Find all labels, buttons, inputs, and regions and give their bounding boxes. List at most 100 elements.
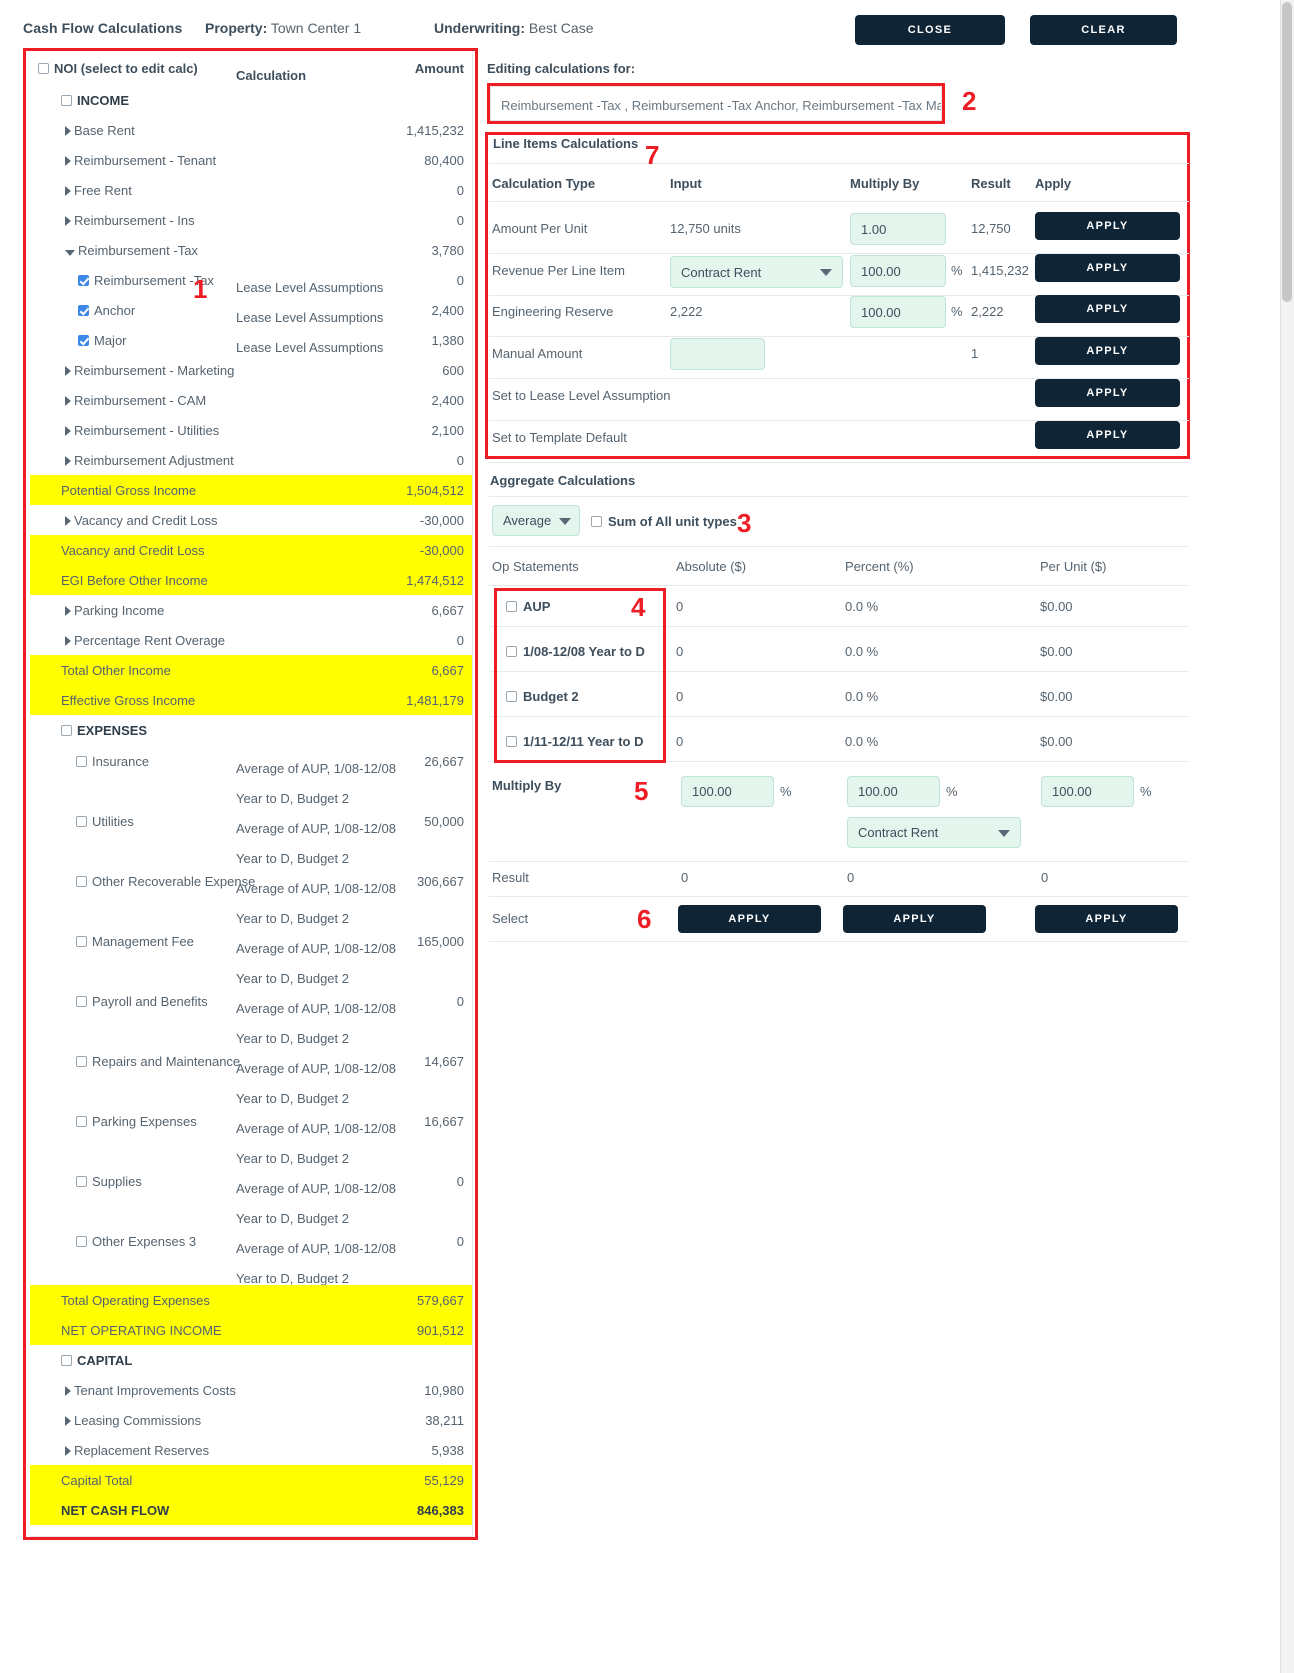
aggregate-multiply-input-1[interactable] <box>847 776 940 807</box>
table-row[interactable]: Major Lease Level Assumptions 1,380 <box>30 325 472 355</box>
sum-all-unit-types-option[interactable]: Sum of All unit types <box>591 514 737 529</box>
chevron-right-icon[interactable] <box>65 155 71 166</box>
chevron-right-icon[interactable] <box>65 1445 71 1456</box>
insurance-checkbox[interactable] <box>76 756 87 768</box>
table-row[interactable]: Tenant Improvements Costs 10,980 <box>30 1375 472 1405</box>
chevron-right-icon[interactable] <box>65 365 71 376</box>
table-row[interactable]: Other Recoverable Expense Average of AUP,… <box>30 865 472 926</box>
table-row[interactable]: NET CASH FLOW 846,383 <box>30 1495 472 1525</box>
table-row[interactable]: Reimbursement - CAM 2,400 <box>30 385 472 415</box>
table-row[interactable]: CAPITAL <box>30 1345 472 1375</box>
chevron-right-icon[interactable] <box>65 125 71 136</box>
table-row[interactable]: Reimbursement - Utilities 2,100 <box>30 415 472 445</box>
table-row[interactable]: Percentage Rent Overage 0 <box>30 625 472 655</box>
capital-checkbox[interactable] <box>61 1355 72 1367</box>
clear-button[interactable]: CLEAR <box>1030 15 1177 45</box>
noi-tree-list[interactable]: NOI (select to edit calc) Calculation Amou… <box>30 53 473 1537</box>
op-statement-checkbox-budget-2[interactable] <box>506 691 517 703</box>
lic-apply-button-revenue-per-line-item[interactable]: APPLY <box>1035 254 1180 282</box>
sum-all-unit-types-checkbox[interactable] <box>591 516 602 528</box>
aggregate-multiply-select[interactable]: Contract Rent <box>847 817 1021 848</box>
lic-input-select-revenue-per-line-item[interactable]: Contract Rent <box>670 256 843 288</box>
op-statement-1-08-12-08-year-to-d[interactable]: 1/08-12/08 Year to D <box>506 644 645 659</box>
noi-checkbox[interactable] <box>38 63 49 75</box>
op-statement-checkbox-aup[interactable] <box>506 601 517 613</box>
op-statement-checkbox-1-11-12-11-year-to-d[interactable] <box>506 736 517 748</box>
table-row[interactable]: Anchor Lease Level Assumptions 2,400 <box>30 295 472 325</box>
chevron-right-icon[interactable] <box>65 1415 71 1426</box>
lic-apply-button-set-to-lease-level-assumption[interactable]: APPLY <box>1035 379 1180 407</box>
chevron-right-icon[interactable] <box>65 605 71 616</box>
chevron-right-icon[interactable] <box>65 515 71 526</box>
aggregate-method-select[interactable]: Average <box>492 505 580 536</box>
page-scrollbar-track[interactable] <box>1280 0 1294 1673</box>
op-statement-1-11-12-11-year-to-d[interactable]: 1/11-12/11 Year to D <box>506 734 643 749</box>
table-row[interactable]: Potential Gross Income 1,504,512 <box>30 475 472 505</box>
table-row[interactable]: Base Rent 1,415,232 <box>30 115 472 145</box>
lic-apply-button-engineering-reserve[interactable]: APPLY <box>1035 295 1180 323</box>
chevron-right-icon[interactable] <box>65 395 71 406</box>
payroll-and-benefits-checkbox[interactable] <box>76 996 87 1008</box>
lic-multiply-engineering-reserve[interactable] <box>850 296 946 328</box>
table-row[interactable]: Supplies Average of AUP, 1/08-12/08 Year … <box>30 1165 472 1226</box>
table-row[interactable]: Reimbursement Adjustment 0 <box>30 445 472 475</box>
page-scrollbar-thumb[interactable] <box>1282 2 1292 302</box>
table-row[interactable]: Reimbursement - Marketing 600 <box>30 355 472 385</box>
income-checkbox[interactable] <box>61 95 72 107</box>
table-row[interactable]: Parking Expenses Average of AUP, 1/08-12/… <box>30 1105 472 1166</box>
table-row[interactable]: Capital Total 55,129 <box>30 1465 472 1495</box>
table-row[interactable]: Vacancy and Credit Loss -30,000 <box>30 505 472 535</box>
aggregate-apply-button-0[interactable]: APPLY <box>678 905 821 933</box>
op-statement-aup[interactable]: AUP <box>506 599 550 614</box>
chevron-right-icon[interactable] <box>65 215 71 226</box>
table-row[interactable]: Free Rent 0 <box>30 175 472 205</box>
supplies-checkbox[interactable] <box>76 1176 87 1188</box>
table-row[interactable]: Other Expenses 3 Average of AUP, 1/08-12/… <box>30 1225 472 1286</box>
table-row[interactable]: NET OPERATING INCOME 901,512 <box>30 1315 472 1345</box>
chevron-right-icon[interactable] <box>65 635 71 646</box>
table-row[interactable]: Management Fee Average of AUP, 1/08-12/08… <box>30 925 472 986</box>
table-row[interactable]: Insurance Average of AUP, 1/08-12/08 Year… <box>30 745 472 806</box>
utilities-checkbox[interactable] <box>76 816 87 828</box>
anchor-checkbox[interactable] <box>78 305 89 317</box>
table-row[interactable]: Utilities Average of AUP, 1/08-12/08 Year… <box>30 805 472 866</box>
chevron-down-icon[interactable] <box>65 249 75 256</box>
aggregate-multiply-input-2[interactable] <box>1041 776 1134 807</box>
table-row[interactable]: Payroll and Benefits Average of AUP, 1/08… <box>30 985 472 1046</box>
management-fee-checkbox[interactable] <box>76 936 87 948</box>
table-row[interactable]: EXPENSES <box>30 715 472 745</box>
aggregate-apply-button-2[interactable]: APPLY <box>1035 905 1178 933</box>
lic-apply-button-manual-amount[interactable]: APPLY <box>1035 337 1180 365</box>
expenses-checkbox[interactable] <box>61 725 72 737</box>
close-button[interactable]: CLOSE <box>855 15 1005 45</box>
other-recoverable-expense-checkbox[interactable] <box>76 876 87 888</box>
chevron-right-icon[interactable] <box>65 425 71 436</box>
table-row[interactable]: Reimbursement - Ins 0 <box>30 205 472 235</box>
chevron-right-icon[interactable] <box>65 1385 71 1396</box>
lic-apply-button-set-to-template-default[interactable]: APPLY <box>1035 421 1180 449</box>
table-row[interactable]: Reimbursement -Tax Lease Level Assumption… <box>30 265 472 295</box>
table-row[interactable]: Repairs and Maintenance Average of AUP, 1… <box>30 1045 472 1106</box>
op-statement-budget-2[interactable]: Budget 2 <box>506 689 579 704</box>
chevron-right-icon[interactable] <box>65 185 71 196</box>
reimbursement-tax-checkbox[interactable] <box>78 275 89 287</box>
repairs-and-maintenance-checkbox[interactable] <box>76 1056 87 1068</box>
op-statement-checkbox-1-08-12-08-year-to-d[interactable] <box>506 646 517 658</box>
lic-input-field-manual-amount[interactable] <box>670 338 765 370</box>
aggregate-multiply-input-0[interactable] <box>681 776 774 807</box>
major-checkbox[interactable] <box>78 335 89 347</box>
chevron-right-icon[interactable] <box>65 455 71 466</box>
table-row[interactable]: Vacancy and Credit Loss -30,000 <box>30 535 472 565</box>
other-expenses-3-checkbox[interactable] <box>76 1236 87 1248</box>
table-row[interactable]: Effective Gross Income 1,481,179 <box>30 685 472 715</box>
parking-expenses-checkbox[interactable] <box>76 1116 87 1128</box>
table-row[interactable]: Total Operating Expenses 579,667 <box>30 1285 472 1315</box>
table-row[interactable]: EGI Before Other Income 1,474,512 <box>30 565 472 595</box>
lic-multiply-amount-per-unit[interactable] <box>850 213 946 245</box>
table-row[interactable]: Total Other Income 6,667 <box>30 655 472 685</box>
aggregate-apply-button-1[interactable]: APPLY <box>843 905 986 933</box>
table-row[interactable]: Reimbursement -Tax 3,780 <box>30 235 472 265</box>
table-row[interactable]: Leasing Commissions 38,211 <box>30 1405 472 1435</box>
lic-multiply-revenue-per-line-item[interactable] <box>850 255 946 287</box>
table-row[interactable]: INCOME <box>30 85 472 115</box>
